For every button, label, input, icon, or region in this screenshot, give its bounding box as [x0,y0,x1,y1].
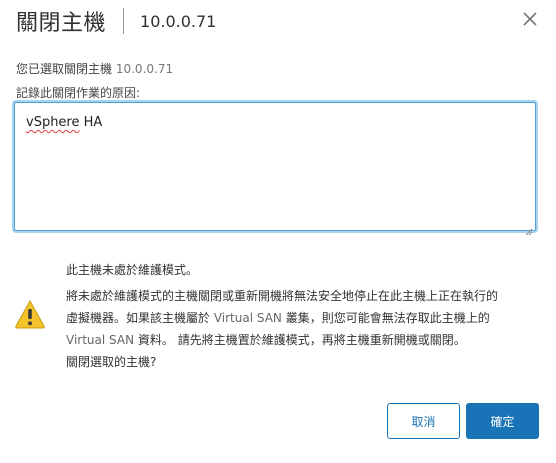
title-divider [123,8,125,34]
dialog-title: 關閉主機 [16,11,107,36]
confirm-question: 關閉選取的主機? [66,355,157,369]
intro-prefix: 您已選取關閉主機 [16,62,113,76]
resize-grip-icon[interactable] [525,221,533,236]
intro-host: 10.0.0.71 [115,62,174,76]
warning-triangle-icon [14,299,46,329]
close-icon[interactable] [520,9,540,29]
warning-body: 將未處於維護模式的主機關閉或重新開機將無法安全地停止在此主機上正在執行的 虛擬機… [66,285,546,373]
warning-line: Virtual SAN 資料。 請先將主機置於維護模式，再將主機重新開機或關閉。 [66,333,466,347]
warning-heading: 此主機未處於維護模式。 [66,263,199,277]
dialog-host-name: 10.0.0.71 [140,11,217,31]
dialog-header: 關閉主機 10.0.0.71 [16,4,216,38]
warning-line: 虛擬機器。如果該主機屬於 Virtual SAN 叢集，則您可能會無法存取此主機… [66,311,490,325]
selected-host-text: 您已選取關閉主機 10.0.0.71 [16,60,173,77]
warning-line: 將未處於維護模式的主機關閉或重新開機將無法安全地停止在此主機上正在執行的 [66,289,499,303]
ok-button[interactable]: 確定 [466,403,539,439]
reason-label: 記錄此關閉作業的原因: [16,86,141,100]
cancel-button[interactable]: 取消 [387,403,460,439]
shutdown-host-dialog: 關閉主機 10.0.0.71 您已選取關閉主機 10.0.0.71 記錄此關閉作… [0,0,556,463]
reason-textarea[interactable] [14,102,536,231]
